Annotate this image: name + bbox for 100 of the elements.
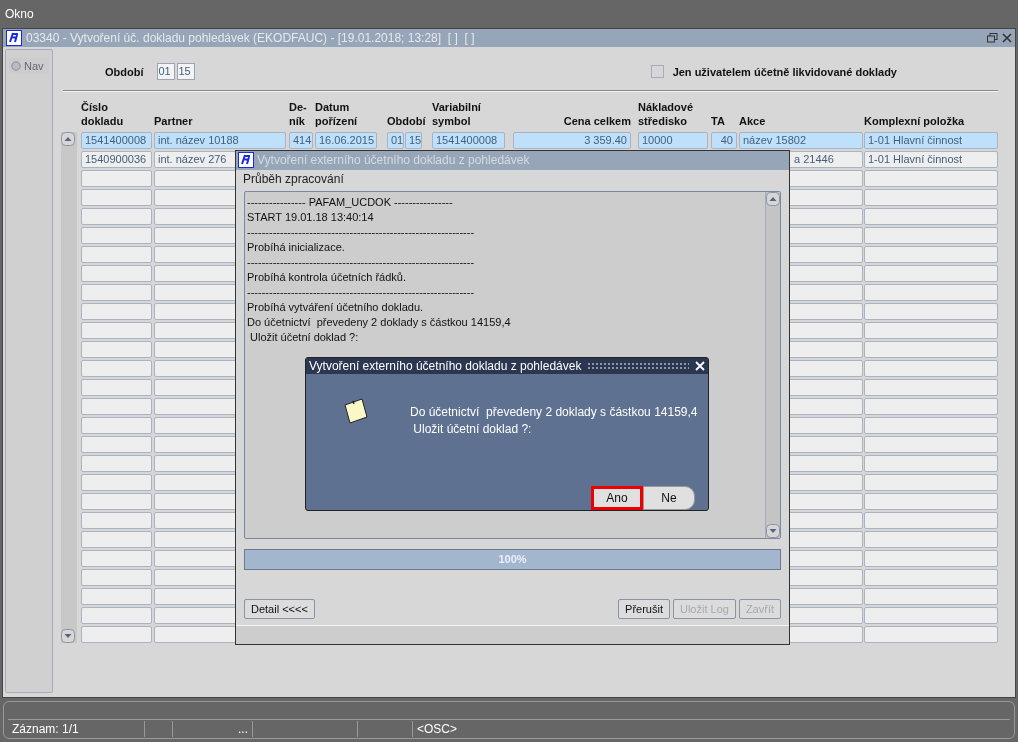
table-cell[interactable]	[81, 454, 152, 472]
table-cell[interactable]	[81, 568, 152, 586]
table-cell[interactable]	[864, 188, 998, 206]
table-cell[interactable]	[864, 416, 998, 434]
period-field[interactable]: 15	[176, 63, 195, 81]
table-cell[interactable]	[81, 302, 152, 320]
log-line: Do účetnictví převedeny 2 doklady s částkou 14159,4	[247, 314, 511, 330]
log-line: --------------------------------------------------------------	[247, 254, 475, 270]
table-cell[interactable]	[864, 264, 998, 282]
section-label: Průběh zpracování	[243, 171, 344, 186]
table-cell[interactable]	[81, 530, 152, 548]
table-cell[interactable]	[81, 416, 152, 434]
logo-icon	[238, 152, 254, 169]
scroll-down-icon[interactable]	[61, 628, 75, 643]
table-cell[interactable]	[864, 435, 998, 453]
log-line: Probíhá inicializace.	[247, 239, 345, 255]
column-header: TA	[711, 113, 726, 128]
status-text: ...	[173, 721, 253, 737]
scroll-down-icon[interactable]	[766, 524, 780, 539]
table-cell[interactable]	[864, 492, 998, 510]
table-cell[interactable]	[864, 359, 998, 377]
dialog-button[interactable]: Ano	[591, 486, 643, 510]
log-line: Probíhá kontrola účetních řádků.	[247, 269, 406, 285]
table-cell[interactable]: název 15802	[739, 131, 863, 149]
column-header: Nákladové středisko	[638, 99, 695, 128]
table-cell[interactable]: 10000	[638, 131, 708, 149]
table-cell[interactable]: 40	[711, 131, 737, 149]
table-cell[interactable]	[81, 625, 152, 643]
table-cell[interactable]	[81, 188, 152, 206]
table-cell[interactable]	[81, 359, 152, 377]
table-cell[interactable]	[864, 606, 998, 624]
logo-icon	[6, 29, 22, 46]
column-header: Partner	[154, 113, 194, 128]
table-cell[interactable]	[864, 511, 998, 529]
table-cell[interactable]	[864, 226, 998, 244]
table-cell[interactable]: 1-01 Hlavní činnost	[864, 150, 998, 168]
table-cell[interactable]	[864, 549, 998, 567]
log-line: START 19.01.18 13:40:14	[247, 209, 374, 225]
table-cell[interactable]	[864, 283, 998, 301]
table-cell[interactable]: 16.06.2015	[315, 131, 377, 149]
checkbox[interactable]	[650, 65, 664, 79]
table-cell[interactable]	[864, 454, 998, 472]
table-cell[interactable]	[864, 568, 998, 586]
scroll-up-icon[interactable]	[61, 131, 75, 146]
table-cell[interactable]	[864, 340, 998, 358]
column-header: De- ník	[289, 99, 308, 128]
table-cell[interactable]	[81, 511, 152, 529]
table-cell[interactable]	[81, 340, 152, 358]
table-cell[interactable]	[81, 492, 152, 510]
table-cell[interactable]	[864, 207, 998, 225]
log-line: ---------------- PAFAM_UCDOK ----------------	[247, 194, 453, 210]
table-cell[interactable]	[81, 169, 152, 187]
table-cell[interactable]	[864, 397, 998, 415]
table-cell[interactable]: 15	[405, 131, 422, 149]
table-cell[interactable]: 01	[387, 131, 404, 149]
table-cell[interactable]	[81, 245, 152, 263]
log-line: --------------------------------------------------------------	[247, 224, 475, 240]
table-cell[interactable]	[864, 378, 998, 396]
column-header: Cena celkem	[562, 113, 631, 128]
table-cell[interactable]: int. název 10188	[154, 131, 286, 149]
restore-icon[interactable]	[987, 32, 998, 43]
scrollbar[interactable]	[61, 131, 77, 643]
table-cell[interactable]: 1540900036	[81, 150, 152, 168]
table-cell[interactable]	[864, 473, 998, 491]
table-cell[interactable]: 414	[289, 131, 313, 149]
table-cell[interactable]	[81, 397, 152, 415]
table-cell[interactable]	[81, 264, 152, 282]
table-cell[interactable]	[81, 283, 152, 301]
dialog-title: Vytvoření externího účetního dokladu z pohledávek	[309, 359, 582, 374]
detail-button[interactable]: Detail <<<<	[244, 599, 315, 620]
table-cell[interactable]	[81, 226, 152, 244]
nav-item[interactable]: Nav	[9, 57, 49, 74]
table-cell[interactable]	[81, 378, 152, 396]
close-icon[interactable]	[1002, 32, 1012, 43]
table-cell[interactable]: 1-01 Hlavní činnost	[864, 131, 998, 149]
table-cell[interactable]: 1541400008	[432, 131, 505, 149]
dialog-button[interactable]: Ne	[643, 486, 695, 510]
table-cell[interactable]	[81, 549, 152, 567]
table-cell[interactable]	[864, 321, 998, 339]
window-title: 03340 - Vytvoření úč. dokladu pohledávek (EKODFAUC) - [19.01.2018; 13:28] [ ] [ ]	[26, 30, 476, 45]
table-cell[interactable]	[81, 435, 152, 453]
table-cell[interactable]: 1541400008	[81, 131, 152, 149]
menu-item[interactable]: Okno	[5, 6, 34, 21]
table-cell[interactable]	[864, 169, 998, 187]
dialog-button[interactable]: Přerušit	[618, 599, 670, 620]
table-cell[interactable]	[81, 473, 152, 491]
table-cell[interactable]	[81, 321, 152, 339]
period-field[interactable]: 01	[156, 63, 175, 81]
scrollbar[interactable]	[765, 191, 780, 539]
table-cell[interactable]	[81, 207, 152, 225]
table-cell[interactable]	[81, 587, 152, 605]
table-cell[interactable]: 3 359.40	[513, 131, 631, 149]
table-cell[interactable]	[81, 606, 152, 624]
table-cell[interactable]	[864, 587, 998, 605]
scroll-up-icon[interactable]	[766, 191, 780, 206]
log-line: --------------------------------------------------------------	[247, 284, 475, 300]
table-cell[interactable]	[864, 625, 998, 643]
table-cell[interactable]	[864, 530, 998, 548]
table-cell[interactable]	[864, 245, 998, 263]
table-cell[interactable]	[864, 302, 998, 320]
